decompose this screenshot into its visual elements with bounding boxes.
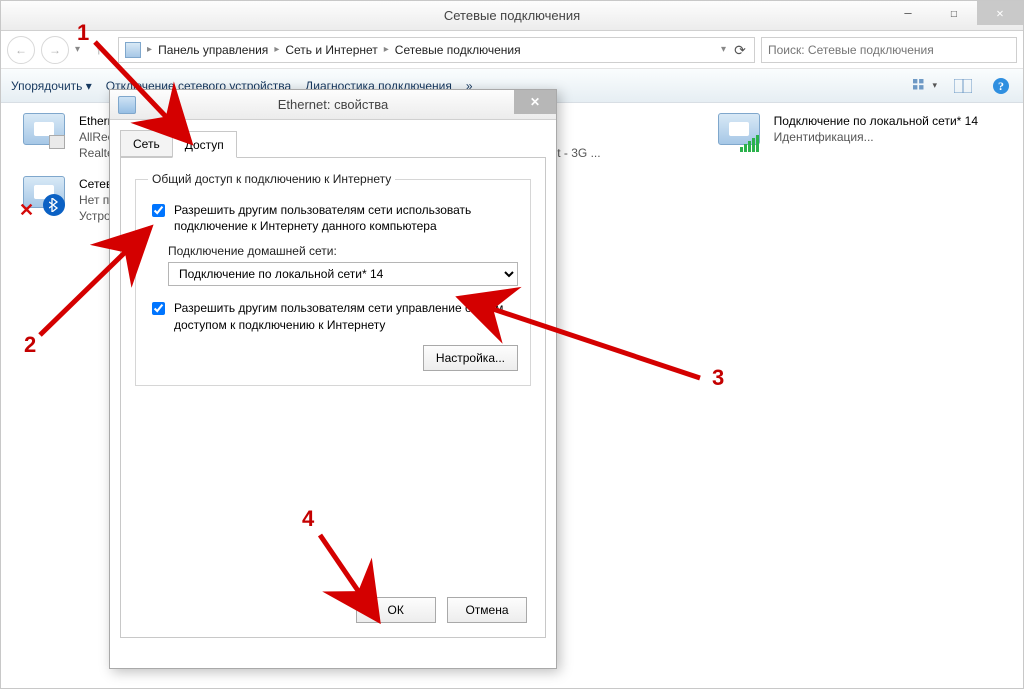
- window-title: Сетевые подключения: [444, 8, 580, 23]
- history-dropdown-icon[interactable]: ▾: [75, 44, 80, 55]
- preview-pane-icon[interactable]: [951, 74, 975, 98]
- bluetooth-adapter-icon: ✕: [21, 176, 69, 216]
- crumb-network-internet[interactable]: Сеть и Интернет: [285, 43, 377, 57]
- home-connection-label: Подключение домашней сети:: [168, 244, 518, 258]
- ics-legend: Общий доступ к подключению к Интернету: [148, 172, 395, 186]
- allow-sharing-checkbox[interactable]: [152, 204, 165, 217]
- network-connections-window: Сетевые подключения — ☐ ✕ ← → ▾ ↑ ▸ Пане…: [0, 0, 1024, 689]
- breadcrumb[interactable]: ▸ Панель управления ▸ Сеть и Интернет ▸ …: [118, 37, 755, 63]
- tab-sharing[interactable]: Доступ: [172, 131, 237, 158]
- chevron-right-icon: ▸: [384, 44, 389, 55]
- ics-groupbox: Общий доступ к подключению к Интернету Р…: [135, 172, 531, 386]
- tab-network[interactable]: Сеть: [120, 130, 173, 157]
- view-options-icon[interactable]: ▾: [913, 74, 937, 98]
- wifi-adapter-icon: [716, 113, 764, 153]
- maximize-button[interactable]: ☐: [931, 1, 977, 25]
- allow-control-label: Разрешить другим пользователям сети упра…: [174, 300, 518, 332]
- cancel-button[interactable]: Отмена: [447, 597, 527, 623]
- allow-sharing-label: Разрешить другим пользователям сети испо…: [174, 202, 518, 234]
- crumb-network-connections[interactable]: Сетевые подключения: [395, 43, 521, 57]
- ethernet-properties-dialog: Ethernet: свойства ✕ Сеть Доступ Общий д…: [109, 89, 557, 669]
- tab-panel-sharing: Общий доступ к подключению к Интернету Р…: [120, 158, 546, 638]
- chevron-right-icon: ▸: [147, 44, 152, 55]
- tabstrip: Сеть Доступ: [120, 130, 546, 158]
- location-icon: [125, 42, 141, 58]
- search-input[interactable]: [761, 37, 1017, 63]
- crumb-control-panel[interactable]: Панель управления: [158, 43, 268, 57]
- ok-button[interactable]: ОК: [356, 597, 436, 623]
- dialog-titlebar: Ethernet: свойства ✕: [110, 90, 556, 120]
- home-connection-subgroup: Подключение домашней сети: Подключение п…: [168, 244, 518, 286]
- chevron-right-icon: ▸: [274, 44, 279, 55]
- ics-settings-button[interactable]: Настройка...: [423, 345, 518, 371]
- signal-bars-icon: [740, 135, 759, 152]
- forward-button[interactable]: →: [41, 36, 69, 64]
- bluetooth-icon: [43, 194, 65, 216]
- minimize-button[interactable]: —: [885, 1, 931, 25]
- adapter-status: Идентификация...: [774, 129, 978, 145]
- back-button[interactable]: ←: [7, 36, 35, 64]
- allow-control-checkbox[interactable]: [152, 302, 165, 315]
- ethernet-adapter-icon: [21, 113, 69, 153]
- titlebar: Сетевые подключения — ☐ ✕: [1, 1, 1023, 31]
- dialog-adapter-icon: [118, 96, 136, 114]
- adapter-local-area-14[interactable]: Подключение по локальной сети* 14 Иденти…: [716, 113, 1003, 153]
- up-button[interactable]: ↑: [86, 37, 112, 63]
- help-icon[interactable]: ?: [989, 74, 1013, 98]
- home-connection-select[interactable]: Подключение по локальной сети* 14: [168, 262, 518, 286]
- dialog-close-button[interactable]: ✕: [514, 90, 556, 114]
- breadcrumb-dropdown-icon[interactable]: ▾: [721, 44, 726, 55]
- disconnected-icon: ✕: [19, 200, 37, 218]
- adapter-title: Подключение по локальной сети* 14: [774, 113, 978, 129]
- dialog-title: Ethernet: свойства: [278, 97, 389, 112]
- navigation-bar: ← → ▾ ↑ ▸ Панель управления ▸ Сеть и Инт…: [1, 31, 1023, 69]
- svg-text:?: ?: [998, 79, 1004, 93]
- close-button[interactable]: ✕: [977, 1, 1023, 25]
- organize-menu[interactable]: Упорядочить ▾: [11, 79, 92, 93]
- refresh-button[interactable]: [730, 41, 750, 61]
